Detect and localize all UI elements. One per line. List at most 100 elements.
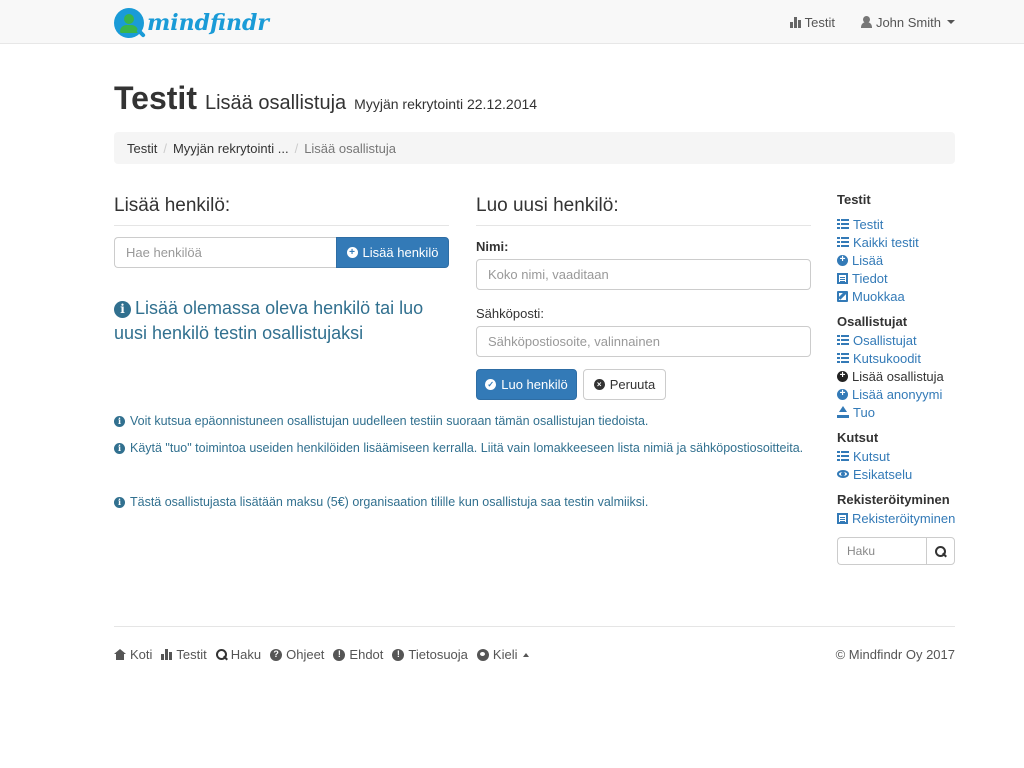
footer-language-dropdown[interactable]: Kieli bbox=[476, 647, 530, 662]
email-label: Sähköposti: bbox=[476, 306, 544, 321]
home-icon bbox=[114, 649, 126, 660]
copyright: © Mindfindr Oy 2017 bbox=[835, 647, 955, 662]
email-field[interactable] bbox=[476, 326, 811, 357]
sidebar-heading-tests: Testit bbox=[837, 192, 871, 207]
info-note-text: Tästä osallistujasta lisätään maksu (5€)… bbox=[130, 495, 649, 509]
footer-link-search[interactable]: Haku bbox=[215, 647, 262, 662]
name-field[interactable] bbox=[476, 259, 811, 290]
brand-logo[interactable]: mindfindr bbox=[114, 7, 269, 39]
list-icon bbox=[837, 353, 849, 363]
exclamation-circle-icon: ! bbox=[333, 648, 346, 661]
page-context: Myyjän rekrytointi 22.12.2014 bbox=[354, 96, 538, 112]
breadcrumb-item-test[interactable]: Myyjän rekrytointi ... bbox=[173, 141, 289, 156]
eye-icon bbox=[837, 470, 849, 478]
sidebar-item-label: Kutsukoodit bbox=[853, 350, 921, 366]
sidebar-item-label: Osallistujat bbox=[853, 332, 917, 348]
bar-chart-icon bbox=[789, 16, 801, 28]
user-name: John Smith bbox=[875, 14, 941, 30]
caret-down-icon bbox=[947, 20, 955, 24]
close-circle-icon: × bbox=[593, 379, 605, 390]
sidebar-item-tests[interactable]: Testit bbox=[837, 215, 957, 233]
cancel-button-label: Peruuta bbox=[609, 377, 656, 392]
sidebar-item-label: Testit bbox=[853, 216, 884, 232]
nav-tests-label: Testit bbox=[804, 14, 835, 30]
sidebar-item-edit[interactable]: Muokkaa bbox=[837, 287, 957, 305]
globe-icon bbox=[476, 648, 489, 661]
plus-circle-icon: + bbox=[837, 254, 848, 266]
edit-icon bbox=[837, 290, 848, 302]
footer-link-terms[interactable]: ! Ehdot bbox=[333, 647, 383, 662]
add-person-info-text: Lisää olemassa oleva henkilö tai luo uus… bbox=[114, 298, 424, 343]
sidebar-search-button[interactable] bbox=[926, 537, 955, 565]
footer-link-home[interactable]: Koti bbox=[114, 647, 152, 662]
sidebar-item-add[interactable]: + Lisää bbox=[837, 251, 957, 269]
footer: Koti Testit Haku ? Ohjeet ! Ehdot ! Tiet… bbox=[114, 626, 955, 666]
plus-circle-icon: + bbox=[837, 370, 848, 382]
page-subtitle: Lisää osallistuja bbox=[204, 92, 347, 114]
sidebar-item-import[interactable]: Tuo bbox=[837, 403, 957, 421]
info-note: i Voit kutsua epäonnistuneen osallistuja… bbox=[114, 414, 648, 428]
footer-link-privacy[interactable]: ! Tietosuoja bbox=[392, 647, 468, 662]
create-person-button-label: Luo henkilö bbox=[501, 377, 568, 392]
sidebar-heading-registration: Rekisteröityminen bbox=[837, 492, 950, 507]
breadcrumb-item-tests[interactable]: Testit bbox=[127, 141, 157, 156]
sidebar-item-details[interactable]: Tiedot bbox=[837, 269, 957, 287]
sidebar-item-label: Tiedot bbox=[852, 270, 888, 286]
document-icon bbox=[837, 512, 848, 524]
create-person-heading: Luo uusi henkilö: bbox=[476, 195, 811, 226]
add-person-button[interactable]: + Lisää henkilö bbox=[336, 237, 449, 268]
sidebar-item-label: Muokkaa bbox=[852, 288, 905, 304]
upload-icon bbox=[837, 406, 849, 418]
breadcrumb-separator: / bbox=[294, 140, 299, 156]
sidebar-item-label: Lisää osallistuja bbox=[852, 368, 944, 384]
breadcrumb-separator: / bbox=[163, 140, 167, 156]
sidebar-search-input[interactable] bbox=[837, 537, 926, 565]
sidebar-item-participants[interactable]: Osallistujat bbox=[837, 331, 957, 349]
sidebar-item-add-participant[interactable]: + Lisää osallistuja bbox=[837, 367, 957, 385]
sidebar-item-all-tests[interactable]: Kaikki testit bbox=[837, 233, 957, 251]
footer-link-label: Haku bbox=[230, 647, 262, 662]
exclamation-circle-icon: ! bbox=[392, 648, 405, 661]
plus-circle-icon: + bbox=[346, 247, 358, 258]
info-note: i Käytä "tuo" toimintoa useiden henkilöi… bbox=[114, 441, 803, 455]
create-person-button[interactable]: ✓ Luo henkilö bbox=[476, 369, 577, 400]
breadcrumb: Testit / Myyjän rekrytointi ... / Lisää … bbox=[114, 132, 955, 164]
sidebar-item-invite-codes[interactable]: Kutsukoodit bbox=[837, 349, 957, 367]
sidebar-item-label: Kaikki testit bbox=[853, 234, 919, 250]
user-menu-dropdown[interactable]: John Smith bbox=[860, 14, 955, 30]
sidebar-nav: Testit Testit Kaikki testit + Lisää Tied… bbox=[837, 192, 957, 565]
sidebar-item-label: Lisää bbox=[852, 252, 884, 268]
footer-link-help[interactable]: ? Ohjeet bbox=[270, 647, 324, 662]
caret-up-icon bbox=[523, 652, 530, 657]
info-note: i Tästä osallistujasta lisätään maksu (5… bbox=[114, 495, 648, 509]
sidebar-item-invitations[interactable]: Kutsut bbox=[837, 447, 957, 465]
footer-link-label: Kieli bbox=[492, 647, 518, 662]
sidebar-heading-participants: Osallistujat bbox=[837, 314, 908, 329]
sidebar-item-preview[interactable]: Esikatselu bbox=[837, 465, 957, 483]
sidebar-item-registration[interactable]: Rekisteröityminen bbox=[837, 509, 957, 527]
info-note-text: Käytä "tuo" toimintoa useiden henkilöide… bbox=[130, 441, 804, 455]
top-navbar: mindfindr Testit John Smith bbox=[0, 0, 1024, 44]
info-icon: i bbox=[114, 415, 125, 427]
list-icon bbox=[837, 335, 849, 345]
footer-link-label: Tietosuoja bbox=[408, 647, 468, 662]
person-search-input[interactable] bbox=[114, 237, 336, 268]
add-person-heading: Lisää henkilö: bbox=[114, 195, 449, 226]
sidebar-item-add-anonymous[interactable]: + Lisää anonyymi bbox=[837, 385, 957, 403]
magnifier-person-icon bbox=[114, 8, 146, 38]
footer-link-tests[interactable]: Testit bbox=[161, 647, 207, 662]
page-header: Testit Lisää osallistuja Myyjän rekrytoi… bbox=[114, 80, 537, 117]
plus-circle-icon: + bbox=[837, 388, 848, 400]
question-circle-icon: ? bbox=[270, 648, 283, 661]
nav-tests-link[interactable]: Testit bbox=[789, 14, 835, 30]
footer-link-label: Koti bbox=[130, 647, 153, 662]
info-icon: i bbox=[114, 300, 131, 318]
add-person-info: i Lisää olemassa oleva henkilö tai luo uu… bbox=[114, 296, 449, 346]
document-icon bbox=[837, 272, 848, 284]
sidebar-search-group bbox=[837, 537, 955, 565]
cancel-button[interactable]: × Peruuta bbox=[583, 369, 666, 400]
breadcrumb-item-current: Lisää osallistuja bbox=[304, 140, 396, 156]
info-icon: i bbox=[114, 496, 125, 508]
list-icon bbox=[837, 219, 849, 229]
add-person-button-label: Lisää henkilö bbox=[362, 245, 439, 260]
